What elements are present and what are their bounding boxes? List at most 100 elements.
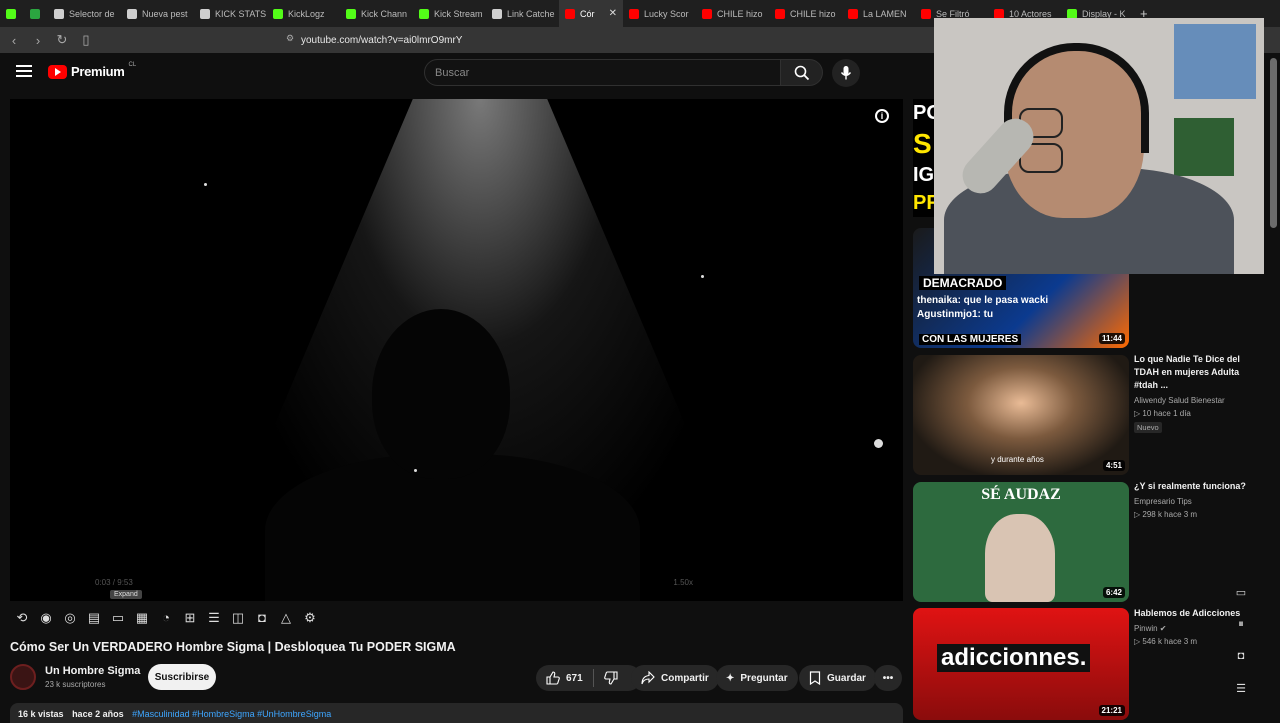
tooltip: Expand — [110, 590, 142, 599]
thumb-caption: y durante años — [991, 455, 1044, 464]
browser-tab[interactable]: Kick Stream — [413, 0, 486, 27]
like-count: 671 — [566, 672, 583, 684]
hashtags[interactable]: #Masculinidad #HombreSigma #UnHombreSigm… — [132, 709, 331, 719]
tab-favicon-icon — [127, 8, 137, 19]
recommendation-title[interactable]: ¿Y si realmente funciona? — [1134, 480, 1259, 493]
forward-icon[interactable]: › — [28, 33, 48, 48]
tab-label: Kick Chann — [361, 8, 408, 19]
tab-favicon-icon — [775, 8, 785, 19]
channel-avatar[interactable] — [10, 664, 36, 690]
youtube-play-icon — [48, 64, 67, 79]
window-plant — [1174, 118, 1234, 176]
split-icon[interactable]: ◫ — [230, 610, 246, 626]
browser-tab[interactable]: KICK STATS — [194, 0, 267, 27]
browser-tab[interactable]: Kick Chann — [340, 0, 413, 27]
reload-icon[interactable]: ↻ — [52, 32, 72, 48]
youtube-logo[interactable]: Premium CL — [48, 61, 137, 79]
tab-favicon-icon — [702, 8, 712, 19]
recommendation-thumb[interactable]: SÉ AUDAZ 6:42 — [913, 482, 1129, 602]
tab-label: CHILE hizo — [717, 8, 763, 19]
list-icon[interactable]: ☰ — [1233, 682, 1249, 698]
thumbs-up-icon — [546, 671, 560, 685]
tab-label: KICK STATS — [215, 8, 267, 19]
video-title: Cómo Ser Un VERDADERO Hombre Sigma | Des… — [10, 640, 456, 654]
tab-favicon-icon — [419, 8, 429, 19]
browser-tab[interactable]: CHILE hizo — [769, 0, 842, 27]
tab-label: KickLogz — [288, 8, 325, 19]
browser-tab[interactable]: CHILE hizo — [696, 0, 769, 27]
more-icon: ••• — [882, 672, 894, 684]
browser-tab[interactable]: Selector de — [48, 0, 121, 27]
menu-icon[interactable] — [16, 65, 32, 79]
pause-icon[interactable]: ⏸ — [1233, 618, 1249, 634]
browser-tab[interactable]: Link Catche — [486, 0, 559, 27]
recommendation-channel[interactable]: Pinwin ✔ — [1134, 622, 1167, 635]
clapper-icon[interactable]: ▤ — [86, 610, 102, 626]
eye-icon[interactable]: ◎ — [62, 610, 78, 626]
camera-icon[interactable]: ◘ — [1233, 650, 1249, 666]
channel-name[interactable]: Un Hombre Sigma — [45, 665, 140, 677]
tab-label: Se Filtró — [936, 8, 970, 19]
browser-tab[interactable] — [24, 0, 48, 27]
site-info-icon[interactable]: ⚙ — [286, 33, 294, 44]
search-placeholder: Buscar — [435, 67, 470, 79]
close-tab-icon[interactable]: ✕ — [609, 8, 617, 19]
browser-tab[interactable] — [0, 0, 24, 27]
back-icon[interactable]: ‹ — [4, 33, 24, 48]
ask-label: Preguntar — [740, 672, 788, 684]
playback-speed[interactable]: 1.50x — [673, 578, 693, 587]
recommendation-thumb[interactable]: y durante años 4:51 — [913, 355, 1129, 475]
browser-tab[interactable]: Lucky Scor — [623, 0, 696, 27]
tab-favicon-icon — [848, 8, 858, 19]
recommendation-title[interactable]: Lo que Nadie Te Dice del TDAH en mujeres… — [1134, 353, 1259, 392]
layout-icon[interactable]: ▦ — [134, 610, 150, 626]
speed-icon[interactable]: ◔ — [158, 610, 174, 626]
subscribe-button[interactable]: Suscribirse — [148, 664, 216, 690]
video-player[interactable]: i 0:03 / 9:53 1.50x — [10, 99, 903, 601]
dust-particle — [204, 183, 207, 186]
tab-favicon-icon — [54, 8, 64, 19]
flask-icon[interactable]: △ — [278, 610, 294, 626]
loop-icon[interactable]: ⟲ — [14, 610, 30, 626]
miniplayer-icon[interactable]: ▭ — [1233, 586, 1249, 602]
browser-tab[interactable]: Nueva pest — [121, 0, 194, 27]
logo-text: Premium — [71, 64, 125, 79]
voice-search-button[interactable] — [832, 59, 860, 87]
recommendation-channel[interactable]: Aliwendy Salud Bienestar — [1134, 394, 1225, 407]
share-label: Compartir — [661, 672, 709, 684]
share-button[interactable]: Compartir — [631, 665, 719, 691]
search-button[interactable] — [781, 59, 823, 86]
tab-favicon-icon — [921, 8, 931, 19]
thumbs-down-icon[interactable] — [603, 671, 618, 685]
browser-tab[interactable]: KickLogz — [267, 0, 340, 27]
audio-icon[interactable]: ◉ — [38, 610, 54, 626]
sparkle-icon: ✦ — [726, 672, 735, 684]
gear-icon[interactable]: ⚙ — [302, 610, 318, 626]
browser-tab[interactable]: Cór ✕ — [559, 0, 623, 27]
description-box[interactable]: 16 k vistas hace 2 años #Masculinidad #H… — [10, 703, 903, 723]
country-code: CL — [128, 61, 137, 68]
ask-button[interactable]: ✦ Preguntar — [716, 665, 798, 691]
plus-box-icon[interactable]: ⊞ — [182, 610, 198, 626]
camera-icon[interactable]: ◘ — [254, 610, 270, 626]
expand-icon[interactable]: ▭ — [110, 610, 126, 626]
recommendation-channel[interactable]: Empresario Tips — [1134, 495, 1192, 508]
info-icon[interactable]: i — [875, 109, 889, 123]
tab-favicon-icon — [565, 8, 575, 19]
tab-favicon-icon — [200, 8, 210, 19]
browser-tab[interactable]: La LAMEN — [842, 0, 915, 27]
recommendation-thumb[interactable]: adiccionnes. 21:21 — [913, 608, 1129, 720]
elder-portrait — [985, 514, 1055, 602]
dust-particle — [414, 469, 417, 472]
more-actions-button[interactable]: ••• — [874, 665, 902, 691]
rows-icon[interactable]: ☰ — [206, 610, 222, 626]
share-icon — [641, 671, 655, 685]
play-time: 0:03 / 9:53 — [95, 578, 133, 587]
dust-particle — [701, 275, 704, 278]
url-field[interactable]: youtube.com/watch?v=ai0lmrO9mrY — [301, 35, 462, 46]
search-input[interactable]: Buscar — [424, 59, 781, 86]
sidebar-toggle-icon[interactable]: ▯ — [76, 32, 96, 48]
like-button[interactable]: 671 — [546, 671, 583, 685]
scrollbar[interactable] — [1270, 58, 1277, 228]
save-button[interactable]: Guardar — [799, 665, 876, 691]
